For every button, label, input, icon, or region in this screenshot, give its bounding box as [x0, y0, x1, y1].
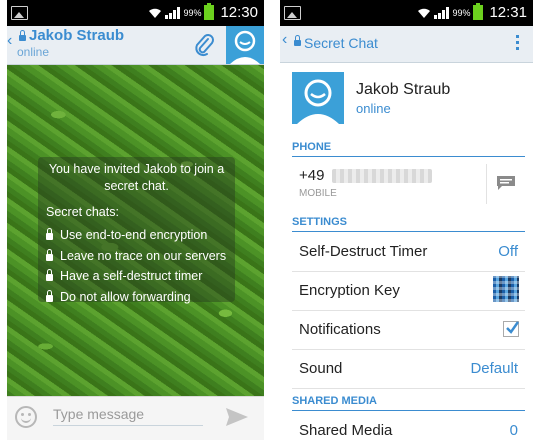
section-shared-media: SHARED MEDIA [292, 395, 525, 411]
chat-screen: 99% 12:30 ‹ Jakob Straub online You have… [7, 0, 264, 440]
signal-icon [434, 6, 450, 19]
battery-icon [473, 3, 484, 20]
features-title: Secret chats: [46, 205, 119, 219]
feature-item: Do not allow forwarding [46, 289, 191, 305]
contact-status: online [17, 45, 50, 59]
contact-name[interactable]: Jakob Straub [29, 27, 124, 44]
chat-background: You have invited Jakob to join a secret … [7, 65, 264, 396]
wifi-icon [148, 6, 162, 20]
lock-icon [46, 228, 53, 240]
back-chevron-icon[interactable]: ‹ [7, 32, 12, 50]
setting-notifications[interactable]: Notifications [292, 311, 525, 350]
profile-header: ‹ Secret Chat [280, 26, 533, 63]
setting-encryption-key[interactable]: Encryption Key [292, 272, 525, 311]
battery-percent: 99% [183, 7, 202, 18]
invite-text: You have invited Jakob to join a secret … [48, 162, 225, 193]
message-icon[interactable] [496, 175, 516, 191]
battery-icon [204, 3, 215, 20]
feature-item: Have a self-destruct timer [46, 268, 202, 284]
avatar[interactable] [226, 26, 264, 64]
paperclip-icon[interactable] [193, 33, 215, 57]
setting-sound[interactable]: Sound Default [292, 350, 525, 389]
message-input[interactable] [53, 403, 203, 426]
signal-icon [165, 6, 181, 19]
chat-header: ‹ Jakob Straub online [7, 26, 264, 65]
profile-status: online [356, 101, 391, 116]
phone-type: MOBILE [299, 188, 337, 199]
image-icon [11, 6, 28, 20]
phone-number-redacted [332, 169, 432, 183]
shared-media-row[interactable]: Shared Media 0 [292, 412, 525, 440]
smiley-icon[interactable] [15, 406, 37, 428]
overflow-menu-icon[interactable] [516, 35, 519, 38]
lock-icon [46, 269, 53, 281]
qr-key-icon [493, 276, 519, 302]
profile-screen: 99% 12:31 ‹ Secret Chat Jakob Straub onl… [280, 0, 533, 440]
status-bar: 99% 12:30 [7, 0, 264, 26]
phone-number[interactable]: +49 [299, 167, 324, 184]
lock-icon [294, 35, 301, 46]
lock-icon [19, 30, 26, 41]
secret-chat-info: You have invited Jakob to join a secret … [38, 157, 235, 305]
feature-item: Leave no trace on our servers [46, 248, 226, 264]
feature-item: Use end-to-end encryption [46, 227, 207, 243]
image-icon [284, 6, 301, 20]
setting-self-destruct[interactable]: Self-Destruct Timer Off [292, 233, 525, 272]
back-chevron-icon[interactable]: ‹ [282, 31, 287, 49]
message-composer [7, 396, 264, 440]
clock: 12:30 [220, 4, 258, 21]
clock: 12:31 [489, 4, 527, 21]
avatar[interactable] [292, 72, 344, 124]
section-settings: SETTINGS [292, 216, 525, 232]
lock-icon [46, 249, 53, 261]
lock-icon [46, 290, 53, 302]
header-title[interactable]: Secret Chat [304, 35, 378, 51]
checkbox-icon[interactable] [503, 321, 519, 337]
wifi-icon [417, 6, 431, 20]
status-bar: 99% 12:31 [280, 0, 533, 26]
battery-percent: 99% [452, 7, 471, 18]
section-phone: PHONE [292, 141, 525, 157]
profile-name: Jakob Straub [356, 81, 451, 98]
send-icon[interactable] [225, 407, 249, 427]
